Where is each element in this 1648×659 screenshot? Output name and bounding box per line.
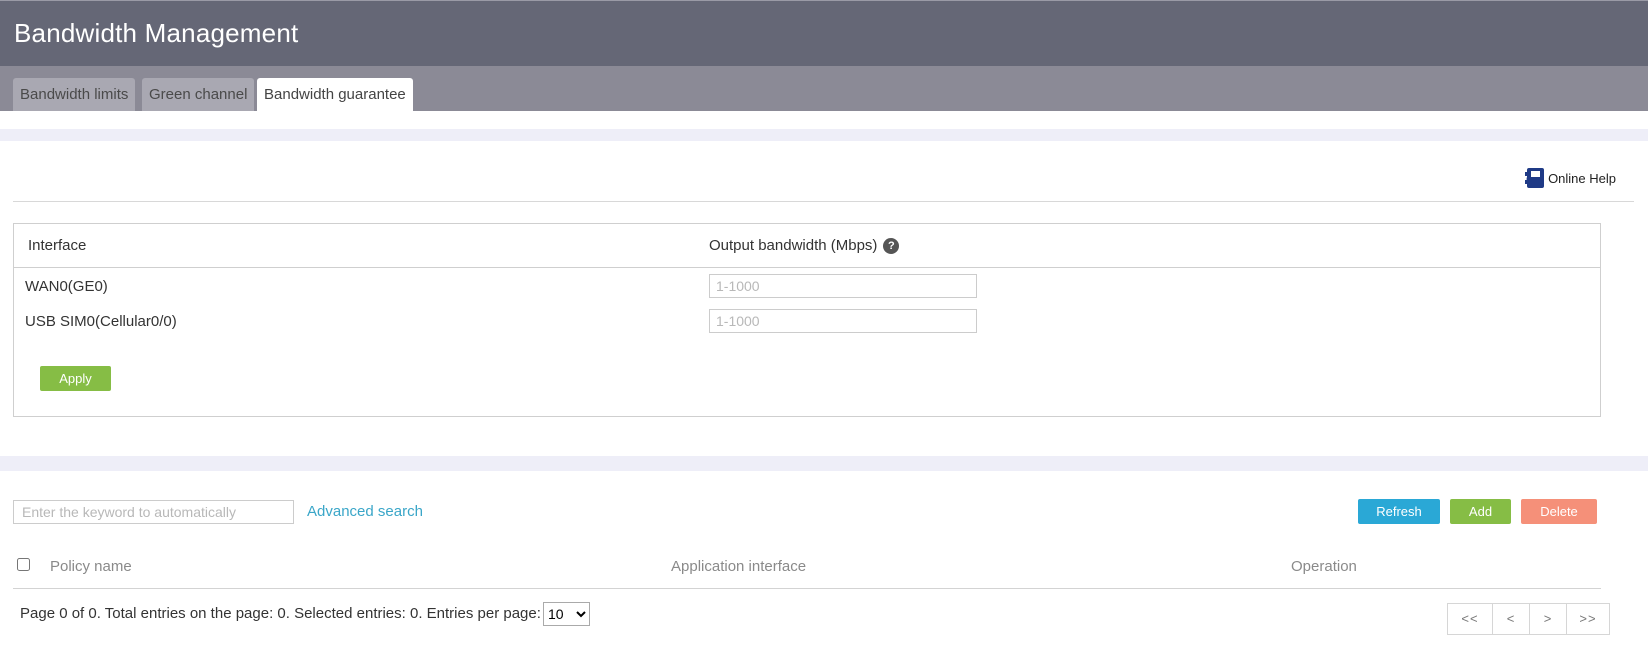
application-interface-column-header: Application interface bbox=[671, 558, 807, 575]
entries-per-page-select[interactable]: 10 bbox=[543, 602, 590, 626]
tab-bandwidth-guarantee[interactable]: Bandwidth guarantee bbox=[257, 78, 413, 111]
question-icon[interactable]: ? bbox=[883, 237, 900, 254]
refresh-button[interactable]: Refresh bbox=[1358, 499, 1440, 524]
panel-header: Interface Output bandwidth (Mbps) ? bbox=[14, 224, 1600, 268]
policy-table-header: Policy name Application interface Operat… bbox=[13, 550, 1601, 589]
bandwidth-input-wan0[interactable] bbox=[709, 274, 977, 298]
tab-bandwidth-limits[interactable]: Bandwidth limits bbox=[13, 78, 136, 111]
pagination-summary: Page 0 of 0. Total entries on the page: … bbox=[20, 605, 541, 622]
divider bbox=[13, 201, 1634, 202]
tab-green-channel[interactable]: Green channel bbox=[142, 78, 255, 111]
bandwidth-input-usb-sim0[interactable] bbox=[709, 309, 977, 333]
select-all-checkbox[interactable] bbox=[17, 558, 30, 571]
tab-bar: Bandwidth limits Green channel Bandwidth… bbox=[0, 66, 1648, 111]
operation-column-header: Operation bbox=[1291, 558, 1357, 575]
advanced-search-link[interactable]: Advanced search bbox=[307, 503, 423, 520]
online-help-label: Online Help bbox=[1548, 170, 1616, 186]
page-title: Bandwidth Management bbox=[14, 18, 299, 48]
interface-column-header: Interface bbox=[28, 237, 87, 254]
online-help-link[interactable]: Online Help bbox=[1525, 168, 1616, 188]
section-separator bbox=[0, 456, 1648, 471]
next-page-button[interactable]: > bbox=[1530, 604, 1567, 634]
delete-button[interactable]: Delete bbox=[1521, 499, 1597, 524]
apply-button[interactable]: Apply bbox=[40, 366, 111, 391]
bandwidth-column-label: Output bandwidth (Mbps) bbox=[709, 237, 878, 254]
interface-label-usb-sim0: USB SIM0(Cellular0/0) bbox=[25, 313, 177, 330]
page-header: Bandwidth Management bbox=[0, 0, 1648, 66]
policy-name-column-header: Policy name bbox=[50, 558, 132, 575]
bandwidth-column-header: Output bandwidth (Mbps) ? bbox=[709, 237, 900, 254]
section-separator bbox=[0, 129, 1648, 141]
first-page-button[interactable]: << bbox=[1448, 604, 1493, 634]
add-button[interactable]: Add bbox=[1450, 499, 1511, 524]
last-page-button[interactable]: >> bbox=[1567, 604, 1609, 634]
pagination-controls: << < > >> bbox=[1447, 603, 1610, 635]
bandwidth-guarantee-panel: Interface Output bandwidth (Mbps) ? WAN0… bbox=[13, 223, 1601, 417]
previous-page-button[interactable]: < bbox=[1493, 604, 1530, 634]
interface-label-wan0: WAN0(GE0) bbox=[25, 278, 108, 295]
book-icon bbox=[1525, 168, 1545, 188]
search-input[interactable] bbox=[13, 500, 294, 524]
